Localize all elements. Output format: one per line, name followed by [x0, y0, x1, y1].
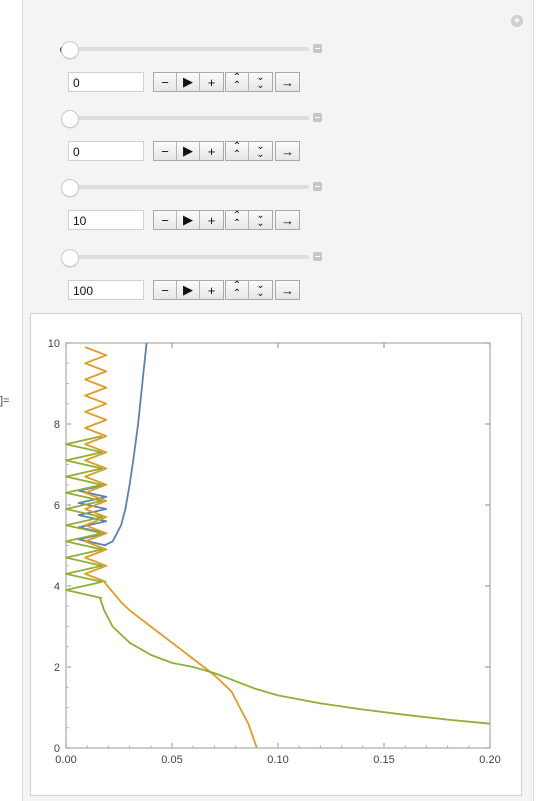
output-cell-label: ]= [0, 395, 10, 407]
decrement-button[interactable]: − [154, 73, 177, 91]
slider-track-d[interactable] [69, 116, 309, 120]
direction-controls-l: → [275, 210, 300, 230]
minus-box-icon[interactable] [313, 182, 322, 191]
x-tick-label: 0.00 [55, 754, 76, 766]
slower-button[interactable]: ⌄ ⌄ [249, 73, 272, 91]
y-tick-label: 8 [54, 419, 60, 431]
minus-box-icon[interactable] [313, 113, 322, 122]
decrement-button[interactable]: − [154, 142, 177, 160]
series-3-line [99, 597, 491, 725]
play-button[interactable]: ▶ [177, 281, 200, 299]
increment-button[interactable]: + [200, 211, 223, 229]
faster-button[interactable]: ⌃ ⌃ [226, 142, 249, 160]
y-tick-label: 6 [54, 500, 60, 512]
y-tick-label: 4 [54, 581, 60, 593]
slider-thumb-ep[interactable] [61, 41, 79, 59]
value-field-n[interactable]: 100 [68, 280, 144, 300]
speed-controls-n: ⌃ ⌃ ⌄ ⌄ [225, 280, 273, 300]
speed-controls-d: ⌃ ⌃ ⌄ ⌄ [225, 141, 273, 161]
line-chart: 0.00 0.05 0.10 0.15 0.20 0 2 4 6 8 10 [48, 338, 501, 766]
slower-button[interactable]: ⌄ ⌄ [249, 281, 272, 299]
slider-track-l[interactable] [69, 185, 309, 189]
direction-button[interactable]: → [276, 211, 299, 229]
minus-box-icon[interactable] [313, 252, 322, 261]
plot-frame: 0.00 0.05 0.10 0.15 0.20 0 2 4 6 8 10 [30, 313, 522, 796]
y-tick-label: 0 [54, 743, 60, 755]
play-button[interactable]: ▶ [177, 211, 200, 229]
direction-button[interactable]: → [276, 73, 299, 91]
decrement-button[interactable]: − [154, 211, 177, 229]
animation-controls-ep: − ▶ + [153, 72, 224, 92]
y-tick-label: 10 [48, 338, 60, 350]
faster-button[interactable]: ⌃ ⌃ [226, 211, 249, 229]
slider-thumb-n[interactable] [61, 249, 79, 267]
animation-controls-l: − ▶ + [153, 210, 224, 230]
decrement-button[interactable]: − [154, 281, 177, 299]
slider-track-ep[interactable] [69, 47, 309, 51]
faster-button[interactable]: ⌃ ⌃ [226, 73, 249, 91]
increment-button[interactable]: + [200, 281, 223, 299]
direction-button[interactable]: → [276, 142, 299, 160]
increment-button[interactable]: + [200, 142, 223, 160]
slider-track-n[interactable] [69, 255, 309, 259]
value-field-l[interactable]: 10 [68, 210, 144, 230]
value-field-d[interactable]: 0 [68, 141, 144, 161]
x-tick-label: 0.05 [161, 754, 182, 766]
x-tick-label: 0.10 [267, 754, 288, 766]
direction-controls-d: → [275, 141, 300, 161]
slider-thumb-d[interactable] [61, 110, 79, 128]
x-tick-label: 0.15 [373, 754, 394, 766]
slower-button[interactable]: ⌄ ⌄ [249, 211, 272, 229]
animation-controls-d: − ▶ + [153, 141, 224, 161]
plot-area-frame [65, 342, 491, 749]
y-tick-label: 2 [54, 662, 60, 674]
slider-thumb-l[interactable] [61, 179, 79, 197]
play-button[interactable]: ▶ [177, 73, 200, 91]
series-1-line [103, 342, 148, 547]
slower-button[interactable]: ⌄ ⌄ [249, 142, 272, 160]
animation-controls-n: − ▶ + [153, 280, 224, 300]
faster-button[interactable]: ⌃ ⌃ [226, 281, 249, 299]
direction-controls-n: → [275, 280, 300, 300]
play-button[interactable]: ▶ [177, 142, 200, 160]
direction-controls-ep: → [275, 72, 300, 92]
speed-controls-ep: ⌃ ⌃ ⌄ ⌄ [225, 72, 273, 92]
increment-button[interactable]: + [200, 73, 223, 91]
direction-button[interactable]: → [276, 281, 299, 299]
x-tick-label: 0.20 [479, 754, 500, 766]
minus-box-icon[interactable] [313, 44, 322, 53]
speed-controls-l: ⌃ ⌃ ⌄ ⌄ [225, 210, 273, 230]
value-field-ep[interactable]: 0 [68, 72, 144, 92]
plus-circle-icon[interactable]: + [511, 15, 523, 27]
